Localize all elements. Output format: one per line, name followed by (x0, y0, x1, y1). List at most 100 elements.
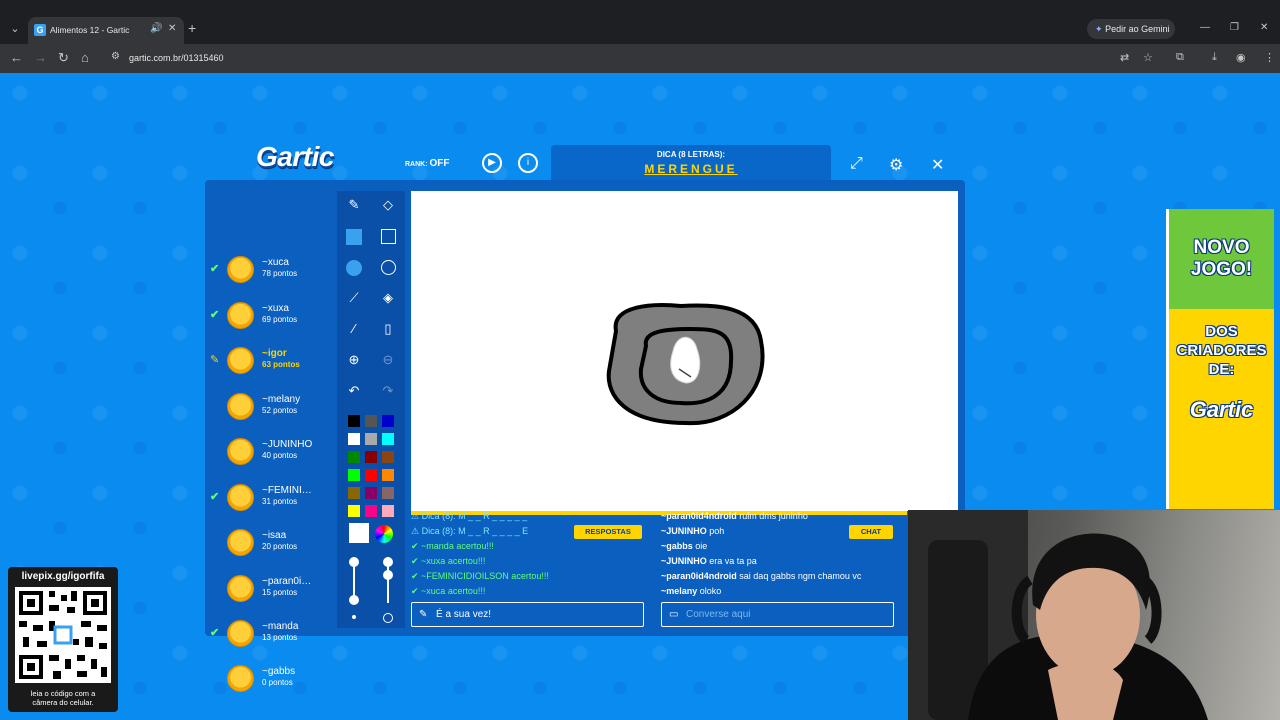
browser-menu-icon[interactable]: ⋮ (1264, 51, 1275, 64)
drawing-canvas[interactable] (411, 191, 958, 511)
chat-text: oie (695, 541, 708, 551)
filled-rectangle-tool-icon[interactable] (343, 225, 365, 247)
correct-check-icon: ✔ (210, 491, 220, 503)
opacity-slider-knob[interactable] (383, 570, 393, 580)
player-row[interactable]: ✎ ~igor 63 pontos (210, 345, 330, 385)
translate-icon[interactable]: ⇄ (1120, 51, 1129, 64)
color-swatch[interactable] (365, 415, 377, 427)
answer-text: Dica (8): M _ _ R _ _ _ _ E (421, 526, 529, 536)
player-row[interactable]: ✔ ~manda 13 pontos (210, 618, 330, 658)
info-icon[interactable]: i (518, 153, 538, 173)
color-swatch[interactable] (365, 487, 377, 499)
webcam-overlay (908, 510, 1280, 720)
color-swatch[interactable] (365, 433, 377, 445)
tab-close-icon[interactable]: ✕ (168, 23, 176, 34)
player-row[interactable]: ~paran0i… 15 pontos (210, 573, 330, 613)
eraser-tool-icon[interactable]: ◇ (377, 194, 399, 216)
answer-text: ~manda acertou!!! (421, 541, 494, 551)
browser-tab-active[interactable]: G Alimentos 12 - Gartic 🔊 ✕ (28, 17, 184, 44)
url-text[interactable]: gartic.com.br/01315460 (129, 53, 224, 63)
color-swatch[interactable] (365, 451, 377, 463)
chat-input[interactable]: ▭ Converse aqui (661, 602, 894, 627)
download-icon[interactable]: ⤓ (1212, 51, 1217, 64)
redo-arrow-icon[interactable]: ↷ (377, 380, 399, 402)
player-row[interactable]: ~isaa 20 pontos (210, 527, 330, 567)
forward-arrow-icon[interactable]: → (34, 50, 47, 65)
player-name: ~paran0i… (262, 576, 312, 587)
brush-size-slider-top-knob[interactable] (349, 557, 359, 567)
undo-arrow-icon[interactable]: ↶ (343, 380, 365, 402)
extensions-icon[interactable]: ⧉ (1176, 51, 1184, 64)
answers-button[interactable]: RESPOSTAS (574, 525, 642, 539)
drawing-pencil-icon: ✎ (210, 354, 220, 366)
home-icon[interactable]: ⌂ (81, 50, 89, 65)
minimize-icon[interactable]: — (1200, 22, 1210, 33)
settings-gear-icon[interactable]: ⚙ (889, 155, 903, 175)
player-row[interactable]: ~melany 52 pontos (210, 391, 330, 431)
color-swatch[interactable] (348, 433, 360, 445)
avatar (227, 256, 254, 283)
player-points: 15 pontos (262, 588, 298, 597)
eyedropper-icon[interactable]: ⁄ (343, 318, 365, 340)
reload-icon[interactable]: ↻ (58, 50, 69, 66)
new-page-icon[interactable]: ▯ (377, 318, 399, 340)
fullscreen-icon[interactable]: ⤢ (850, 155, 863, 173)
back-arrow-icon[interactable]: ← (10, 50, 23, 65)
gartic-logo: Gartic (256, 141, 334, 172)
answer-text: ~xuxa acertou!!! (421, 556, 486, 566)
player-row[interactable]: ~gabbs 0 pontos (210, 663, 330, 703)
color-swatch[interactable] (382, 415, 394, 427)
bookmark-star-icon[interactable]: ☆ (1143, 51, 1153, 64)
ad-line1: NOVO (1193, 237, 1250, 258)
color-swatch[interactable] (348, 451, 360, 463)
color-swatch[interactable] (382, 433, 394, 445)
play-video-icon[interactable]: ▶ (482, 153, 502, 173)
close-game-icon[interactable]: ✕ (931, 155, 944, 175)
ad-banner[interactable]: NOVO JOGO! DOS CRIADORES DE: Gartic (1166, 209, 1274, 509)
fill-bucket-icon[interactable]: ◈ (377, 287, 399, 309)
tab-search-chevron-icon[interactable]: ⌄ (6, 20, 24, 38)
answer-icon: ✔ (411, 556, 422, 566)
color-swatch[interactable] (348, 415, 360, 427)
zoom-in-icon[interactable]: ⊕ (343, 349, 365, 371)
color-wheel-icon[interactable] (375, 525, 393, 543)
brush-size-slider-knob[interactable] (349, 595, 359, 605)
window-close-icon[interactable]: ✕ (1260, 22, 1268, 33)
player-row[interactable]: ✔ ~xuca 78 pontos (210, 254, 330, 294)
circle-tool-icon[interactable] (377, 256, 399, 278)
filled-circle-tool-icon[interactable] (343, 256, 365, 278)
color-swatch[interactable] (365, 469, 377, 481)
pencil-tool-icon[interactable]: ✎ (343, 194, 365, 216)
restore-icon[interactable]: ❐ (1230, 22, 1239, 33)
opacity-slider-top-knob[interactable] (383, 557, 393, 567)
rectangle-tool-icon[interactable] (377, 225, 399, 247)
answer-line: ✔ ~manda acertou!!! (411, 541, 494, 552)
chat-user: ~paran0id4ndroid (661, 511, 737, 521)
address-bar[interactable]: ⚙ (105, 47, 1105, 69)
line-tool-icon[interactable]: ⟋ (343, 287, 365, 309)
site-info-icon[interactable]: ⚙ (111, 51, 120, 62)
color-swatch[interactable] (348, 487, 360, 499)
chat-button[interactable]: CHAT (849, 525, 893, 539)
new-tab-plus-icon[interactable]: + (188, 20, 196, 36)
color-swatch[interactable] (382, 505, 394, 517)
color-swatch[interactable] (348, 505, 360, 517)
audio-speaker-icon[interactable]: 🔊 (150, 23, 162, 34)
ask-gemini-button[interactable]: ✦ Pedir ao Gemini (1087, 19, 1175, 39)
profile-avatar-icon[interactable]: ◉ (1236, 51, 1246, 64)
color-swatch[interactable] (348, 469, 360, 481)
player-points: 31 pontos (262, 497, 298, 506)
answer-text: Dica (8): M _ _ R _ _ _ _ _ (421, 511, 528, 521)
color-swatch[interactable] (365, 505, 377, 517)
avatar (227, 438, 254, 465)
color-swatch[interactable] (382, 469, 394, 481)
player-row[interactable]: ✔ ~xuxa 69 pontos (210, 300, 330, 340)
player-row[interactable]: ~JUNINHO 40 pontos (210, 436, 330, 476)
player-row[interactable]: ✔ ~FEMINI… 31 pontos (210, 482, 330, 522)
answer-input[interactable]: ✎ É a sua vez! (411, 602, 644, 627)
selected-color-white[interactable] (349, 523, 369, 543)
color-swatch[interactable] (382, 451, 394, 463)
color-swatch[interactable] (382, 487, 394, 499)
zoom-out-icon[interactable]: ⊖ (377, 349, 399, 371)
avatar (227, 484, 254, 511)
